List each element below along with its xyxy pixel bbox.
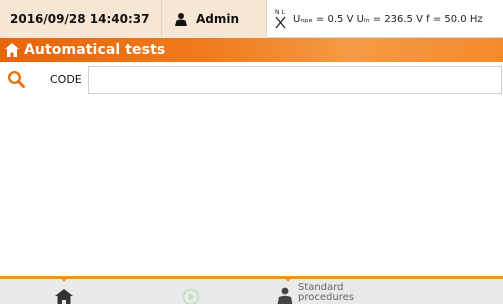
- play-icon[interactable]: [182, 288, 200, 304]
- home-icon[interactable]: [4, 42, 20, 58]
- measurement-text: Uₙₚₑ = 0.5 V Uₗₙ = 236.5 V f = 50.0 Hz: [293, 13, 483, 25]
- page-title: Automatical tests: [24, 42, 166, 58]
- bottom-toolbar: Standard procedures: [0, 276, 503, 304]
- status-bar: 2016/09/28 14:40:37 Admin N L Uₙₚₑ = 0.5…: [0, 0, 503, 38]
- code-input[interactable]: [88, 66, 502, 94]
- svg-text:N L: N L: [275, 9, 285, 16]
- measurement-readout: N L Uₙₚₑ = 0.5 V Uₗₙ = 236.5 V f = 50.0 …: [268, 0, 503, 38]
- probe-icon: N L: [275, 9, 286, 29]
- user-name: Admin: [196, 12, 240, 26]
- title-bar: Automatical tests: [0, 38, 503, 62]
- datetime: 2016/09/28 14:40:37: [0, 0, 162, 38]
- person-icon: [277, 287, 293, 304]
- active-indicator: [283, 276, 293, 282]
- code-label: CODE: [50, 73, 82, 86]
- standard-procedures-button[interactable]: Standard procedures: [276, 283, 368, 304]
- active-indicator: [59, 276, 69, 282]
- standard-procedures-label: Standard procedures: [298, 282, 354, 303]
- home-icon[interactable]: [55, 289, 73, 304]
- search-icon[interactable]: [7, 70, 25, 88]
- user-icon: [175, 13, 187, 26]
- user-indicator[interactable]: Admin: [162, 0, 267, 38]
- search-row: CODE: [0, 64, 503, 96]
